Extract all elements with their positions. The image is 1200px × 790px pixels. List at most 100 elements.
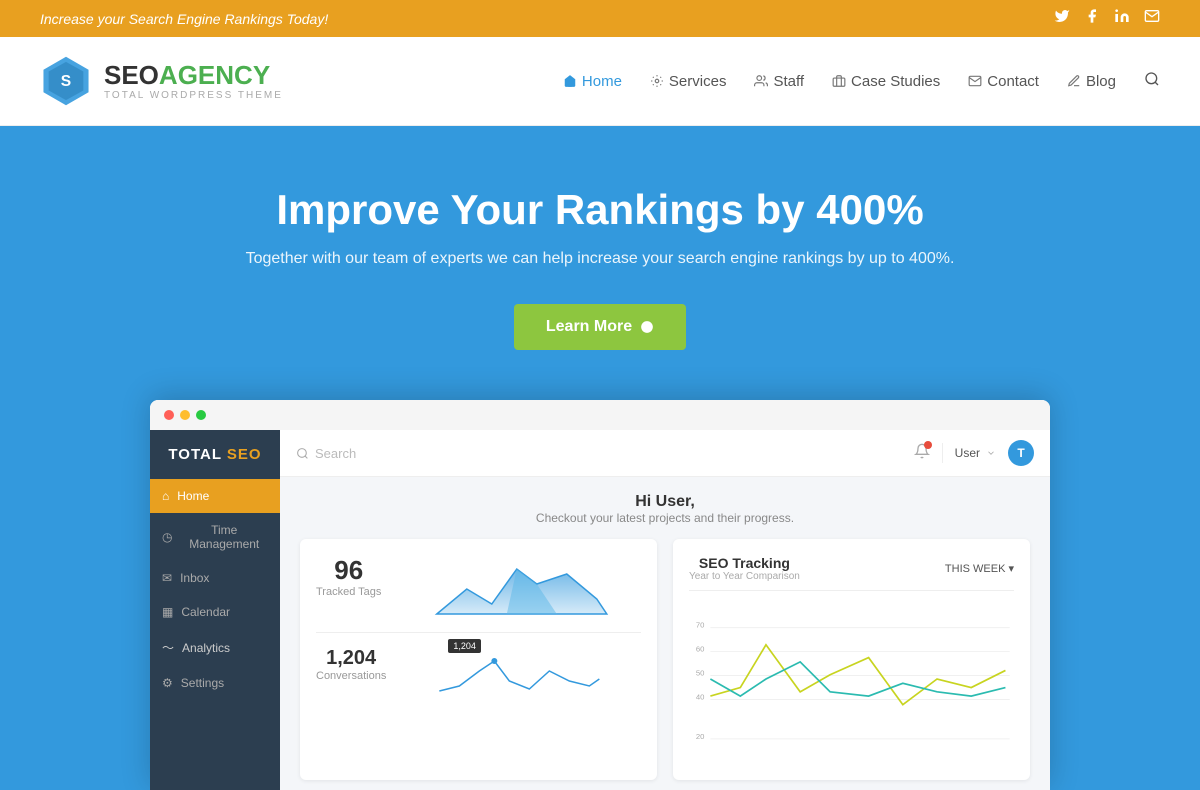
sidebar-item-analytics-label: Analytics: [182, 641, 230, 655]
user-chip[interactable]: User: [955, 446, 996, 460]
logo: S SEOAGENCY TOTAL WORDPRESS THEME: [40, 55, 283, 107]
mountain-chart: [393, 559, 641, 619]
nav-contact-label: Contact: [987, 73, 1039, 90]
nav-blog-label: Blog: [1086, 73, 1116, 90]
learn-more-label: Learn More: [546, 318, 632, 336]
svg-text:S: S: [61, 73, 71, 90]
dashboard-main: Search User T: [280, 430, 1050, 790]
seo-tracking-sub: Year to Year Comparison: [689, 571, 800, 582]
sidebar-item-analytics[interactable]: 〜 Analytics: [150, 629, 280, 666]
analytics-nav-icon: 〜: [162, 639, 174, 656]
conversations-label: Conversations: [316, 670, 386, 682]
dashboard-sidebar: TOTAL SEO ⌂ Home ◷ Time Management ✉ Inb…: [150, 430, 280, 790]
logo-text: SEOAGENCY TOTAL WORDPRESS THEME: [104, 61, 283, 101]
sidebar-item-calendar-label: Calendar: [181, 605, 230, 619]
settings-nav-icon: ⚙: [162, 676, 173, 690]
line-chart-small: [398, 651, 641, 706]
dashboard-search-icon: [296, 447, 309, 460]
nav-home-label: Home: [582, 73, 622, 90]
hero-subtitle: Together with our team of experts we can…: [40, 250, 1160, 268]
stats-card: 96 Tracked Tags: [300, 539, 657, 780]
nav-case-studies-label: Case Studies: [851, 73, 940, 90]
nav-services[interactable]: Services: [650, 73, 727, 90]
top-bar: Increase your Search Engine Rankings Tod…: [0, 0, 1200, 37]
email-icon[interactable]: [1144, 8, 1160, 29]
sidebar-item-time-label: Time Management: [180, 523, 268, 551]
sidebar-item-settings-label: Settings: [181, 676, 224, 690]
notification-dot: [924, 441, 932, 449]
sidebar-item-calendar[interactable]: ▦ Calendar: [150, 595, 280, 629]
learn-more-button[interactable]: Learn More: [514, 304, 686, 350]
nav-staff-label: Staff: [773, 73, 804, 90]
logo-subtitle: TOTAL WORDPRESS THEME: [104, 90, 283, 101]
topbar-divider: [942, 443, 943, 463]
home-nav-icon: ⌂: [162, 489, 169, 503]
seo-tracking-card: SEO Tracking Year to Year Comparison THI…: [673, 539, 1030, 780]
arrow-right-icon: [640, 320, 654, 334]
dashboard-content: Hi User, Checkout your latest projects a…: [280, 477, 1050, 790]
search-icon[interactable]: [1144, 71, 1160, 92]
cards-row: 96 Tracked Tags: [300, 539, 1030, 780]
sidebar-brand-total: TOTAL: [168, 446, 227, 463]
seo-tracking-title: SEO Tracking: [689, 555, 800, 571]
sidebar-brand: TOTAL SEO: [150, 430, 280, 479]
inbox-nav-icon: ✉: [162, 571, 172, 585]
notification-badge[interactable]: [914, 443, 930, 464]
seo-card-header: SEO Tracking Year to Year Comparison THI…: [689, 555, 1014, 582]
seo-tracking-chart: 70 60 50 40 20: [689, 599, 1014, 759]
twitter-icon[interactable]: [1054, 8, 1070, 29]
logo-icon: S: [40, 55, 92, 107]
top-bar-message: Increase your Search Engine Rankings Tod…: [40, 11, 328, 27]
social-icons: [1054, 8, 1160, 29]
titlebar-dot-green: [196, 410, 206, 420]
svg-text:20: 20: [696, 732, 705, 741]
dashboard-search-label: Search: [315, 446, 356, 461]
dashboard-search: Search: [296, 446, 356, 461]
user-label: User: [955, 446, 980, 460]
tracked-tags-stat: 96: [316, 555, 381, 586]
sidebar-item-home[interactable]: ⌂ Home: [150, 479, 280, 513]
sidebar-item-inbox-label: Inbox: [180, 571, 209, 585]
nav-services-label: Services: [669, 73, 727, 90]
week-select[interactable]: THIS WEEK ▾: [945, 562, 1014, 575]
dashboard-topbar: Search User T: [280, 430, 1050, 477]
calendar-nav-icon: ▦: [162, 605, 173, 619]
nav-home[interactable]: Home: [563, 73, 622, 90]
week-label: THIS WEEK: [945, 563, 1006, 575]
logo-agency: AGENCY: [159, 60, 270, 90]
titlebar-dot-red: [164, 410, 174, 420]
nav-blog[interactable]: Blog: [1067, 73, 1116, 90]
tracked-tags-label: Tracked Tags: [316, 586, 381, 598]
greeting: Hi User,: [300, 493, 1030, 511]
nav-case-studies[interactable]: Case Studies: [832, 73, 940, 90]
time-nav-icon: ◷: [162, 530, 172, 544]
sidebar-item-time[interactable]: ◷ Time Management: [150, 513, 280, 561]
header: S SEOAGENCY TOTAL WORDPRESS THEME Home S…: [0, 37, 1200, 126]
hero-title: Improve Your Rankings by 400%: [40, 186, 1160, 234]
sidebar-item-inbox[interactable]: ✉ Inbox: [150, 561, 280, 595]
nav-contact[interactable]: Contact: [968, 73, 1039, 90]
svg-text:50: 50: [696, 669, 705, 678]
titlebar-dot-yellow: [180, 410, 190, 420]
hero-section: Improve Your Rankings by 400% Together w…: [0, 126, 1200, 790]
sidebar-brand-seo: SEO: [227, 446, 262, 463]
chevron-down-icon: [986, 448, 996, 458]
dashboard-topbar-right: User T: [914, 440, 1034, 466]
logo-seo: SEO: [104, 60, 159, 90]
greeting-sub: Checkout your latest projects and their …: [300, 511, 1030, 525]
dashboard-mockup: TOTAL SEO ⌂ Home ◷ Time Management ✉ Inb…: [150, 400, 1050, 790]
svg-text:40: 40: [696, 693, 705, 702]
svg-text:60: 60: [696, 645, 705, 654]
facebook-icon[interactable]: [1084, 8, 1100, 29]
user-avatar: T: [1008, 440, 1034, 466]
linkedin-icon[interactable]: [1114, 8, 1130, 29]
svg-text:70: 70: [696, 621, 705, 630]
sidebar-item-home-label: Home: [177, 489, 209, 503]
mockup-titlebar: [150, 400, 1050, 430]
main-nav: Home Services Staff Case Studies Contact…: [563, 71, 1160, 92]
conversations-stat: 1,204: [316, 647, 386, 670]
nav-staff[interactable]: Staff: [754, 73, 804, 90]
chart-tooltip: 1,204: [448, 639, 481, 653]
sidebar-item-settings[interactable]: ⚙ Settings: [150, 666, 280, 700]
mockup-body: TOTAL SEO ⌂ Home ◷ Time Management ✉ Inb…: [150, 430, 1050, 790]
